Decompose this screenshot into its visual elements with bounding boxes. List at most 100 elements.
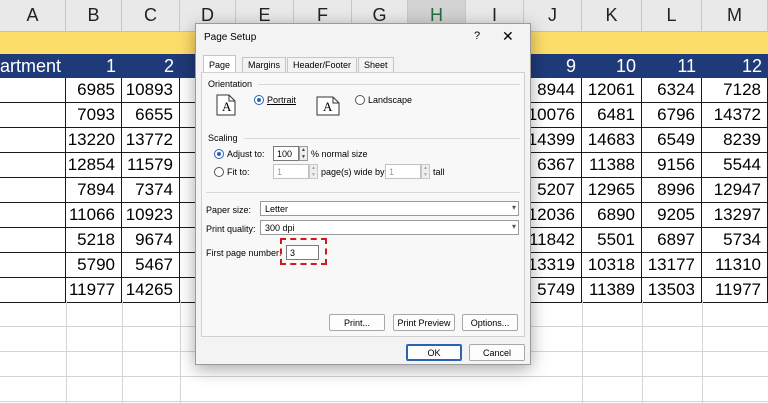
table-cell[interactable]: 6367 (524, 153, 582, 178)
table-cell[interactable]: 5207 (524, 178, 582, 203)
table-cell[interactable]: 5501 (582, 228, 642, 253)
table-cell[interactable]: 6985 (66, 78, 122, 103)
table-cell[interactable]: 11389 (582, 278, 642, 303)
month-header-12[interactable]: 12 (702, 54, 768, 78)
table-cell[interactable]: 6655 (122, 103, 180, 128)
table-cell[interactable]: 14683 (582, 128, 642, 153)
table-cell[interactable]: 6890 (582, 203, 642, 228)
table-cell[interactable]: 5749 (524, 278, 582, 303)
table-cell[interactable]: 11388 (582, 153, 642, 178)
table-cell[interactable]: 14372 (702, 103, 768, 128)
table-cell[interactable] (0, 253, 66, 278)
table-cell[interactable]: 11977 (66, 278, 122, 303)
table-cell[interactable]: 11066 (66, 203, 122, 228)
tab-header-footer[interactable]: Header/Footer (287, 57, 358, 72)
table-cell[interactable]: 8239 (702, 128, 768, 153)
table-cell[interactable]: 14265 (122, 278, 180, 303)
table-cell[interactable]: 12965 (582, 178, 642, 203)
month-header-1[interactable]: 1 (66, 54, 122, 78)
table-cell[interactable] (0, 203, 66, 228)
tab-sheet[interactable]: Sheet (358, 57, 394, 72)
table-cell[interactable]: 12947 (702, 178, 768, 203)
month-header-10[interactable]: 10 (582, 54, 642, 78)
table-cell[interactable] (0, 178, 66, 203)
print-button[interactable]: Print... (329, 314, 385, 331)
table-cell[interactable]: 8944 (524, 78, 582, 103)
table-cell[interactable] (0, 278, 66, 303)
fit-tall-spinner[interactable]: ▲ ▼ (421, 164, 430, 179)
month-header-11[interactable]: 11 (642, 54, 702, 78)
table-cell[interactable]: 13503 (642, 278, 702, 303)
table-cell[interactable]: 5544 (702, 153, 768, 178)
portrait-label[interactable]: Portrait (267, 95, 296, 105)
tab-page[interactable]: Page (203, 55, 237, 73)
adjust-to-spinner[interactable]: ▲ ▼ (299, 146, 308, 161)
adjust-to-radio[interactable] (214, 149, 224, 159)
fit-wide-spinner[interactable]: ▲ ▼ (309, 164, 318, 179)
month-header-9[interactable]: 9 (524, 54, 582, 78)
paper-size-select[interactable]: Letter ▾ (260, 201, 519, 216)
column-header-k[interactable]: K (582, 0, 642, 32)
column-header-c[interactable]: C (122, 0, 180, 32)
adjust-to-input[interactable]: 100 (273, 146, 299, 161)
portrait-radio[interactable] (254, 95, 264, 105)
table-cell[interactable]: 9156 (642, 153, 702, 178)
table-cell[interactable]: 5467 (122, 253, 180, 278)
table-cell[interactable]: 13772 (122, 128, 180, 153)
landscape-radio[interactable] (355, 95, 365, 105)
table-cell[interactable]: 13177 (642, 253, 702, 278)
column-header-b[interactable]: B (66, 0, 122, 32)
table-cell[interactable]: 5734 (702, 228, 768, 253)
table-cell[interactable]: 6897 (642, 228, 702, 253)
column-header-j[interactable]: J (524, 0, 582, 32)
table-cell[interactable]: 10923 (122, 203, 180, 228)
table-cell[interactable]: 7894 (66, 178, 122, 203)
table-cell[interactable]: 9205 (642, 203, 702, 228)
table-cell[interactable]: 5218 (66, 228, 122, 253)
table-cell[interactable]: 12061 (582, 78, 642, 103)
options-button[interactable]: Options... (462, 314, 518, 331)
table-cell[interactable] (0, 228, 66, 253)
table-cell[interactable]: 10318 (582, 253, 642, 278)
table-cell[interactable] (0, 78, 66, 103)
table-cell[interactable]: 7093 (66, 103, 122, 128)
table-cell[interactable]: 6481 (582, 103, 642, 128)
table-cell[interactable]: 10893 (122, 78, 180, 103)
table-cell[interactable]: 11310 (702, 253, 768, 278)
table-cell[interactable]: 5790 (66, 253, 122, 278)
table-cell[interactable] (0, 153, 66, 178)
column-header-m[interactable]: M (702, 0, 768, 32)
fit-to-radio[interactable] (214, 167, 224, 177)
table-cell[interactable]: 6324 (642, 78, 702, 103)
table-cell[interactable]: 14399 (524, 128, 582, 153)
table-cell[interactable]: 13297 (702, 203, 768, 228)
adjust-to-label[interactable]: Adjust to: (227, 149, 265, 159)
print-quality-select[interactable]: 300 dpi ▾ (260, 220, 519, 235)
table-cell[interactable]: 7128 (702, 78, 768, 103)
table-cell[interactable]: 9674 (122, 228, 180, 253)
help-icon[interactable]: ? (474, 30, 480, 42)
landscape-label[interactable]: Landscape (368, 95, 412, 105)
column-header-a[interactable]: A (0, 0, 66, 32)
table-cell[interactable]: 12854 (66, 153, 122, 178)
table-cell[interactable]: 13319 (524, 253, 582, 278)
table-cell[interactable]: 6796 (642, 103, 702, 128)
column-header-l[interactable]: L (642, 0, 702, 32)
table-cell[interactable]: 7374 (122, 178, 180, 203)
table-cell[interactable]: 11842 (524, 228, 582, 253)
table-cell[interactable] (0, 128, 66, 153)
print-preview-button[interactable]: Print Preview (393, 314, 455, 331)
table-cell[interactable]: 6549 (642, 128, 702, 153)
table-cell[interactable]: 12036 (524, 203, 582, 228)
fit-wide-input[interactable]: 1 (273, 164, 309, 179)
department-header[interactable]: artment (0, 54, 66, 78)
month-header-2[interactable]: 2 (122, 54, 180, 78)
table-cell[interactable]: 13220 (66, 128, 122, 153)
ok-button[interactable]: OK (406, 344, 462, 361)
table-cell[interactable]: 8996 (642, 178, 702, 203)
fit-tall-input[interactable]: 1 (385, 164, 421, 179)
table-cell[interactable] (0, 103, 66, 128)
close-icon[interactable]: ✕ (502, 28, 514, 45)
table-cell[interactable]: 11977 (702, 278, 768, 303)
table-cell[interactable]: 11579 (122, 153, 180, 178)
